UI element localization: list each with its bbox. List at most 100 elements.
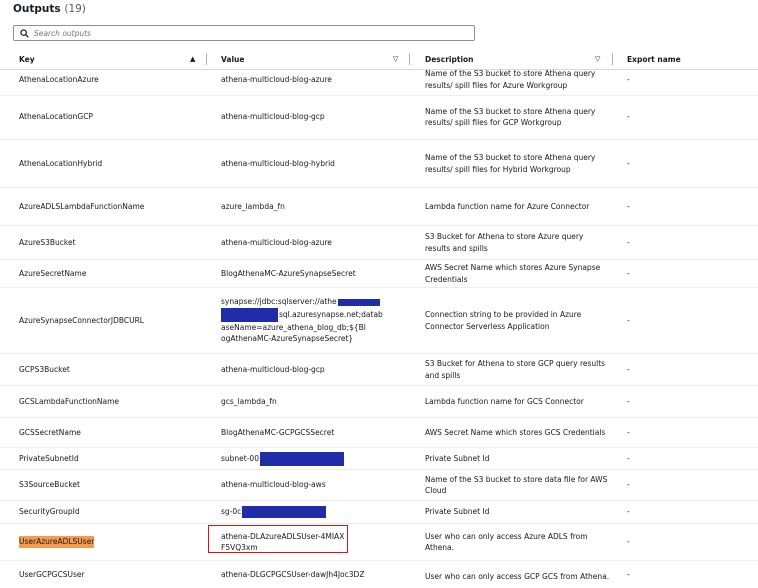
sort-caret-icon[interactable]: ▽ bbox=[393, 55, 398, 63]
column-header-value[interactable]: Value ▽ bbox=[221, 49, 421, 69]
row-description: AWS Secret Name which stores GCS Credent… bbox=[425, 427, 606, 437]
row-export: - bbox=[627, 112, 630, 122]
row-description: User who can only access GCP GCS from At… bbox=[425, 572, 610, 582]
row-value: athena-multicloud-blog-gcp bbox=[221, 112, 325, 122]
row-value-line: aseName=azure_athena_blog_db;${Bl bbox=[221, 322, 366, 332]
row-key: S3SourceBucket bbox=[19, 480, 80, 490]
table-row: AzureSynapseConnectorJDBCURL synapse://j… bbox=[0, 288, 758, 354]
table-row: AthenaLocationAzure athena-multicloud-bl… bbox=[0, 70, 758, 96]
row-export: - bbox=[627, 364, 630, 374]
row-value: BlogAthenaMC-AzureSynapseSecret bbox=[221, 268, 356, 278]
row-export: - bbox=[627, 427, 630, 437]
column-separator[interactable] bbox=[612, 53, 613, 65]
table-row: AthenaLocationHybrid athena-multicloud-b… bbox=[0, 140, 758, 188]
table-row: UserGCPGCSUser athena-DLGCPGCSUser-dawJh… bbox=[0, 561, 758, 588]
row-value-line: ogAthenaMC-AzureSynapseSecret} bbox=[221, 334, 354, 344]
row-description: Name of the S3 bucket to store Athena qu… bbox=[425, 70, 596, 90]
row-export: - bbox=[627, 537, 630, 547]
row-key: AzureSecretName bbox=[19, 268, 87, 278]
row-value: azure_lambda_fn bbox=[221, 201, 285, 211]
redacted-block bbox=[242, 506, 327, 518]
search-icon bbox=[17, 26, 31, 40]
row-description: S3 Bucket for Athena to store GCP query … bbox=[425, 359, 606, 380]
table-row: AthenaLocationGCP athena-multicloud-blog… bbox=[0, 95, 758, 140]
table-row: AzureSecretName BlogAthenaMC-AzureSynaps… bbox=[0, 260, 758, 288]
row-value: BlogAthenaMC-GCPGCSSecret bbox=[221, 427, 335, 437]
row-value: sg-0c bbox=[221, 501, 411, 523]
table-row: GCPS3Bucket athena-multicloud-blog-gcp S… bbox=[0, 354, 758, 386]
column-separator[interactable] bbox=[206, 53, 207, 65]
column-header-export-label: Export name bbox=[627, 54, 681, 64]
row-value: athena-multicloud-blog-aws bbox=[221, 480, 326, 490]
redacted-block bbox=[221, 307, 278, 322]
row-value-text: subnet-00 bbox=[221, 453, 259, 463]
row-key: GCPS3Bucket bbox=[19, 364, 70, 374]
row-export: - bbox=[627, 507, 630, 517]
row-key: AthenaLocationHybrid bbox=[19, 158, 103, 168]
row-key: AthenaLocationAzure bbox=[19, 74, 99, 84]
row-value-line: synapse://jdbc:sqlserver://athe bbox=[221, 297, 337, 307]
column-header-key[interactable]: Key ▲ bbox=[19, 49, 219, 69]
outputs-header: Outputs (19) bbox=[13, 3, 86, 15]
table-row: SecurityGroupId sg-0c Private Subnet Id … bbox=[0, 501, 758, 524]
table-row: AzureADLSLambdaFunctionName azure_lambda… bbox=[0, 188, 758, 226]
outputs-title: Outputs bbox=[13, 3, 61, 15]
row-key: AzureSynapseConnectorJDBCURL bbox=[19, 315, 144, 325]
row-value: subnet-00 bbox=[221, 448, 411, 469]
outputs-table-body: AthenaLocationAzure athena-multicloud-bl… bbox=[0, 70, 758, 588]
table-row: PrivateSubnetId subnet-00 Private Subnet… bbox=[0, 448, 758, 470]
column-header-key-label: Key bbox=[19, 54, 35, 64]
sort-caret-icon[interactable]: ▽ bbox=[595, 55, 600, 63]
column-header-description[interactable]: Description ▽ bbox=[425, 49, 625, 69]
row-export: - bbox=[627, 201, 630, 211]
row-description: Name of the S3 bucket to store Athena qu… bbox=[425, 106, 596, 128]
highlighted-key: UserAzureADLSUser bbox=[19, 536, 95, 548]
row-export: - bbox=[627, 74, 630, 84]
row-value: gcs_lambda_fn bbox=[221, 396, 277, 406]
search-input[interactable] bbox=[31, 28, 454, 38]
row-key: SecurityGroupId bbox=[19, 507, 80, 517]
row-description: AWS Secret Name which stores Azure Synap… bbox=[425, 263, 601, 284]
row-export: - bbox=[627, 158, 630, 168]
redacted-block bbox=[259, 451, 344, 466]
row-key: AthenaLocationGCP bbox=[19, 112, 93, 122]
row-value: athena-multicloud-blog-azure bbox=[221, 74, 332, 84]
row-value: athena-multicloud-blog-azure bbox=[221, 237, 332, 247]
row-description: Lambda function name for Azure Connector bbox=[425, 201, 590, 211]
outputs-count: (19) bbox=[64, 3, 86, 15]
row-description: Name of the S3 bucket to store Athena qu… bbox=[425, 153, 596, 174]
row-value: synapse://jdbc:sqlserver://athe sql.azur… bbox=[221, 288, 411, 353]
table-row: GCSSecretName BlogAthenaMC-GCPGCSSecret … bbox=[0, 418, 758, 448]
search-box[interactable] bbox=[13, 25, 475, 41]
row-value: athena-multicloud-blog-hybrid bbox=[221, 158, 335, 168]
table-row: AzureS3Bucket athena-multicloud-blog-azu… bbox=[0, 226, 758, 260]
row-key: PrivateSubnetId bbox=[19, 453, 79, 463]
column-separator[interactable] bbox=[409, 53, 410, 65]
row-export: - bbox=[627, 237, 630, 247]
row-export: - bbox=[627, 396, 630, 406]
row-value-text: sg-0c bbox=[221, 507, 242, 517]
row-description: Lambda function name for GCS Connector bbox=[425, 396, 584, 406]
table-row: S3SourceBucket athena-multicloud-blog-aw… bbox=[0, 470, 758, 501]
row-key: AzureADLSLambdaFunctionName bbox=[19, 201, 145, 211]
column-header-description-label: Description bbox=[425, 54, 474, 64]
table-header: Key ▲ Value ▽ Description ▽ Export name bbox=[0, 49, 758, 70]
row-export: - bbox=[627, 569, 630, 579]
row-key: UserAzureADLSUser bbox=[19, 524, 199, 560]
row-description: S3 Bucket for Athena to store Azure quer… bbox=[425, 232, 584, 253]
redacted-block bbox=[337, 298, 380, 306]
row-value: athena-DLGCPGCSUser-dawJh4Joc3DZ bbox=[221, 569, 365, 579]
annotation-highlight-box bbox=[208, 525, 348, 553]
row-description: Connection string to be provided in Azur… bbox=[425, 310, 582, 331]
column-header-export[interactable]: Export name bbox=[627, 49, 747, 69]
row-export: - bbox=[627, 480, 630, 490]
sort-ascending-icon[interactable]: ▲ bbox=[190, 55, 195, 63]
row-description: Name of the S3 bucket to store data file… bbox=[425, 474, 608, 496]
table-row: GCSLambdaFunctionName gcs_lambda_fn Lamb… bbox=[0, 386, 758, 418]
row-value-line: sql.azuresynapse.net;datab bbox=[279, 309, 383, 319]
table-row: UserAzureADLSUser athena-DLAzureADLSUser… bbox=[0, 524, 758, 561]
row-key: UserGCPGCSUser bbox=[19, 569, 85, 579]
row-description: User who can only access Azure ADLS from… bbox=[425, 531, 588, 553]
row-value: athena-multicloud-blog-gcp bbox=[221, 364, 325, 374]
row-export: - bbox=[627, 453, 630, 463]
